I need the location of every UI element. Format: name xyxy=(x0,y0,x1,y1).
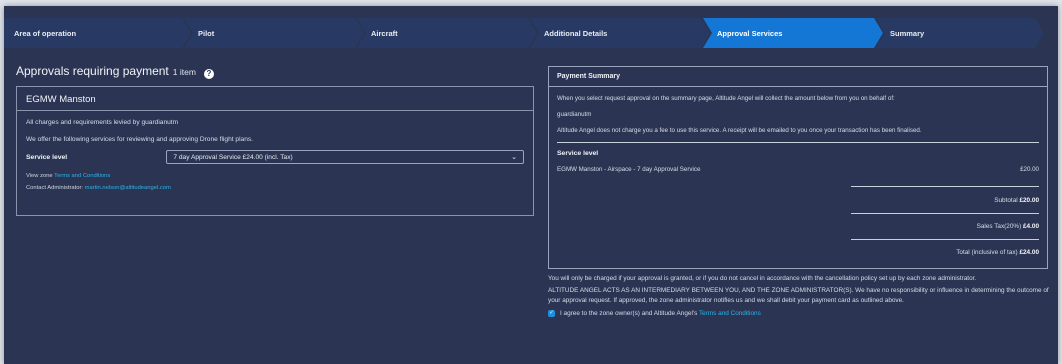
payee-name: guardianutm xyxy=(557,111,592,118)
agree-checkbox[interactable]: ✓ xyxy=(548,309,555,317)
fee-note: Altitude Angel does not charge you a fee… xyxy=(557,127,922,134)
charges-text: All charges and requirements levied by g… xyxy=(26,119,179,126)
tax-row: Sales Tax(20%) £4.00 xyxy=(549,223,1047,230)
contact-email-link[interactable]: martin.nelson@altitudeangel.com xyxy=(85,185,171,191)
tax-label: Sales Tax(20%) xyxy=(976,223,1022,230)
service-level-label: Service level xyxy=(26,153,68,161)
total-label: Total (inclusive of tax) xyxy=(956,249,1018,256)
step-label: Aircraft xyxy=(371,28,398,38)
agree-terms-link[interactable]: Terms and Conditions xyxy=(699,310,761,317)
page-frame: Area of operation Pilot Aircraft Additio… xyxy=(4,6,1058,364)
step-pilot[interactable]: Pilot xyxy=(184,18,364,48)
wizard-stepper: Area of operation Pilot Aircraft Additio… xyxy=(4,18,1058,48)
step-area-of-operation[interactable]: Area of operation xyxy=(4,18,191,48)
line-item: EGMW Manston - Airspace - 7 day Approval… xyxy=(549,166,1047,173)
step-label: Additional Details xyxy=(544,28,608,38)
agree-label: I agree to the zone owner(s) and Altitud… xyxy=(560,309,698,317)
step-aircraft[interactable]: Aircraft xyxy=(357,18,537,48)
step-label: Summary xyxy=(890,28,925,38)
step-summary[interactable]: Summary xyxy=(876,18,1044,48)
view-zone-terms: View zone Terms and Conditions xyxy=(26,173,524,179)
approvals-title: Approvals requiring payment xyxy=(16,64,169,78)
payment-intro: When you select request approval on the … xyxy=(557,95,895,102)
contact-administrator: Contact Administrator: martin.nelson@alt… xyxy=(26,185,524,191)
service-level-heading: Service level xyxy=(557,150,599,157)
divider xyxy=(851,213,1039,214)
charge-note: You will only be charged if your approva… xyxy=(548,275,977,282)
offer-text: We offer the following services for revi… xyxy=(26,136,253,143)
subtotal-label: Subtotal xyxy=(994,197,1018,204)
line-item-price: £20.00 xyxy=(1020,166,1039,173)
question-circle-icon[interactable]: ? xyxy=(203,69,214,79)
service-level-row: Service level 7 day Approval Service £24… xyxy=(26,150,524,164)
payment-summary-title: Payment Summary xyxy=(549,67,1047,87)
subtotal-row: Subtotal £20.00 xyxy=(549,197,1047,204)
step-approval-services[interactable]: Approval Services xyxy=(703,18,883,48)
total-row: Total (inclusive of tax) £24.00 xyxy=(549,249,1047,256)
step-label: Pilot xyxy=(198,28,215,38)
step-additional-details[interactable]: Additional Details xyxy=(530,18,710,48)
contact-prefix: Contact Administrator: xyxy=(26,185,84,191)
zone-name: EGMW Manston xyxy=(17,87,533,111)
total-value: £24.00 xyxy=(1019,249,1039,256)
line-item-name: EGMW Manston - Airspace - 7 day Approval… xyxy=(557,166,701,173)
divider xyxy=(557,142,1039,143)
step-label: Approval Services xyxy=(717,28,783,38)
payment-summary-card: Payment Summary When you select request … xyxy=(548,66,1048,269)
tax-value: £4.00 xyxy=(1023,223,1039,230)
subtotal-value: £20.00 xyxy=(1019,197,1039,204)
service-level-value: 7 day Approval Service £24.00 (incl. Tax… xyxy=(173,153,293,161)
service-level-select[interactable]: 7 day Approval Service £24.00 (incl. Tax… xyxy=(166,150,524,164)
intermediary-note: ALTITUDE ANGEL ACTS AS AN INTERMEDIARY B… xyxy=(548,287,1049,304)
step-label: Area of operation xyxy=(14,28,77,38)
approvals-count: 1 item xyxy=(172,67,196,77)
divider xyxy=(851,186,1039,187)
approvals-heading: Approvals requiring payment 1 item ? xyxy=(16,64,214,79)
zone-card: EGMW Manston All charges and requirement… xyxy=(16,86,534,216)
zone-terms-link[interactable]: Terms and Conditions xyxy=(54,173,110,179)
view-zone-prefix: View zone xyxy=(26,173,53,179)
chevron-down-icon: ⌄ xyxy=(511,154,517,161)
divider xyxy=(851,239,1039,240)
agree-terms-row: ✓ I agree to the zone owner(s) and Altit… xyxy=(548,309,1056,318)
payment-notes: You will only be charged if your approva… xyxy=(548,274,1056,318)
